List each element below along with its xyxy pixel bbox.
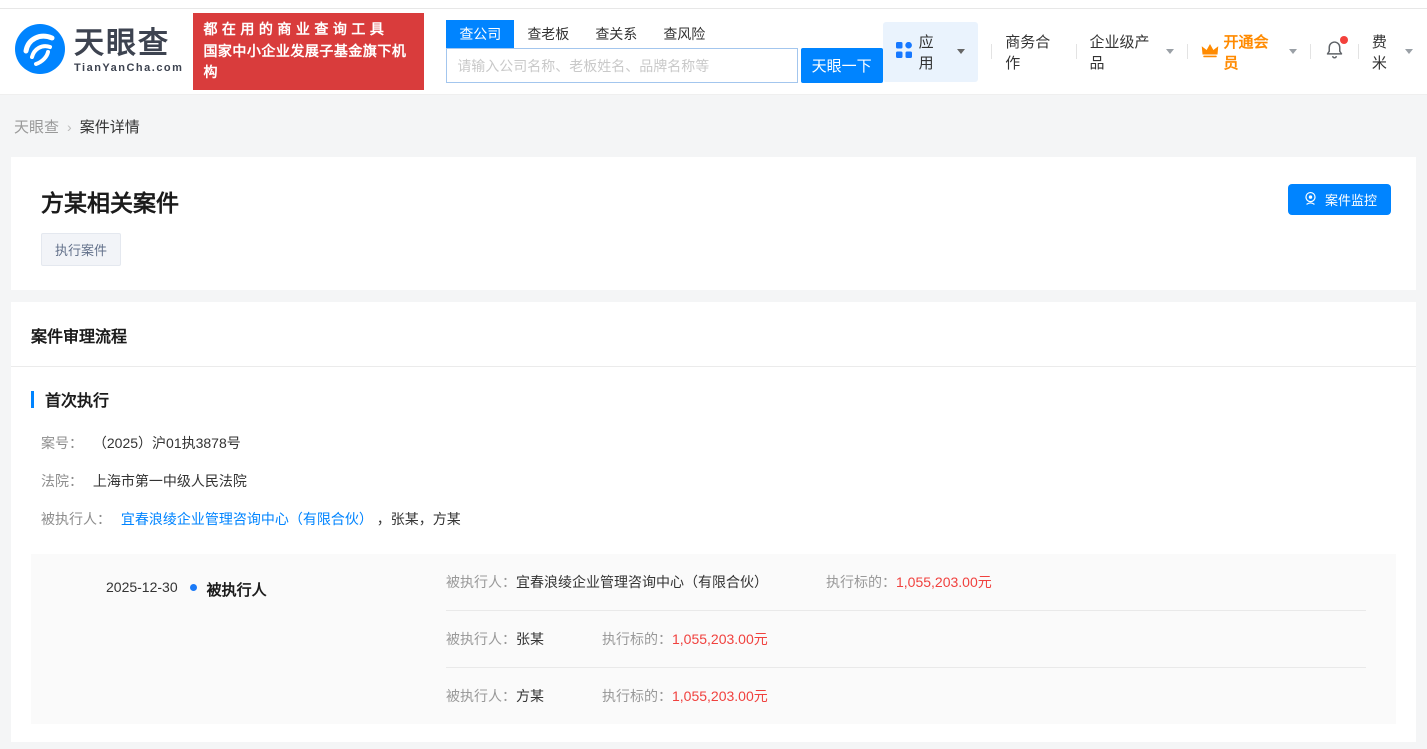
record-label: 被执行人： xyxy=(446,572,516,592)
badge-line1: 都在用的商业查询工具 xyxy=(203,19,414,41)
badge-line2: 国家中小企业发展子基金旗下机构 xyxy=(203,41,414,84)
timeline-node: 2025-12-30 被执行人 xyxy=(31,554,446,724)
logo-subtitle: TianYanCha.com xyxy=(74,63,183,74)
logo-title: 天眼查 xyxy=(74,29,183,59)
user-menu[interactable]: 费米 xyxy=(1372,31,1413,73)
record-name: 张某 xyxy=(516,629,544,649)
record-label: 被执行人： xyxy=(446,686,516,706)
case-number-label: 案号： xyxy=(41,435,83,451)
header: 天眼查 TianYanCha.com 都在用的商业查询工具 国家中小企业发展子基… xyxy=(0,9,1427,95)
tianyancha-logo-icon xyxy=(14,23,66,80)
executee-label: 被执行人： xyxy=(41,511,111,527)
timeline-panel: 2025-12-30 被执行人 被执行人： 宜春浪绫企业管理咨询中心（有限合伙）… xyxy=(31,554,1396,724)
nav-enterprise-products[interactable]: 企业级产品 xyxy=(1090,31,1174,73)
executee-row: 被执行人： 宜春浪绫企业管理咨询中心（有限合伙） ，张某，方某 xyxy=(41,509,1386,529)
record-label: 被执行人： xyxy=(446,629,516,649)
search-tabs: 查公司 查老板 查关系 查风险 xyxy=(446,20,882,48)
tab-search-relation[interactable]: 查关系 xyxy=(582,20,650,48)
logo[interactable]: 天眼查 TianYanCha.com xyxy=(14,23,183,80)
stage-header: 首次执行 xyxy=(11,367,1416,411)
breadcrumb-current: 案件详情 xyxy=(80,116,140,137)
amount-value: 1,055,203.00元 xyxy=(896,572,992,592)
timeline-dot-icon xyxy=(190,584,197,591)
amount-label: 执行标的： xyxy=(826,572,896,592)
executee-company-link[interactable]: 宜春浪绫企业管理咨询中心（有限合伙） xyxy=(121,511,373,527)
nav-open-vip[interactable]: 开通会员 xyxy=(1201,31,1297,73)
page-title: 方某相关案件 xyxy=(41,184,1386,218)
stage-accent-bar xyxy=(31,391,34,408)
chevron-down-icon xyxy=(1405,49,1413,54)
nav-divider xyxy=(1310,44,1311,59)
amount-value: 1,055,203.00元 xyxy=(672,686,768,706)
brand-slogan-badge: 都在用的商业查询工具 国家中小企业发展子基金旗下机构 xyxy=(193,13,424,90)
case-monitor-label: 案件监控 xyxy=(1325,190,1377,209)
case-header-card: 方某相关案件 执行案件 案件监控 xyxy=(11,157,1416,290)
search-input[interactable] xyxy=(446,48,797,83)
court-row: 法院： 上海市第一中级人民法院 xyxy=(41,471,1386,491)
chevron-down-icon xyxy=(1289,49,1297,54)
case-number-value: （2025）沪01执3878号 xyxy=(93,435,241,451)
vip-label: 开通会员 xyxy=(1224,31,1279,73)
apps-menu[interactable]: 应用 xyxy=(883,22,979,82)
search-button[interactable]: 天眼一下 xyxy=(801,48,883,83)
nav-divider xyxy=(1187,44,1188,59)
username: 费米 xyxy=(1372,31,1400,73)
court-label: 法院： xyxy=(41,473,83,489)
case-monitor-button[interactable]: 案件监控 xyxy=(1288,184,1391,215)
amount-label: 执行标的： xyxy=(602,629,672,649)
enterprise-products-label: 企业级产品 xyxy=(1090,31,1161,73)
record-name: 方某 xyxy=(516,686,544,706)
executee-record-row: 被执行人： 张某 执行标的： 1,055,203.00元 xyxy=(446,610,1366,667)
executee-others: ，张某，方某 xyxy=(377,511,461,527)
chevron-down-icon xyxy=(957,49,965,54)
chevron-down-icon xyxy=(1166,49,1174,54)
tab-search-boss[interactable]: 查老板 xyxy=(514,20,582,48)
case-meta: 案号： （2025）沪01执3878号 法院： 上海市第一中级人民法院 被执行人… xyxy=(11,411,1416,529)
breadcrumb: 天眼查 › 案件详情 xyxy=(0,95,1427,157)
crown-icon xyxy=(1201,42,1219,62)
notification-dot xyxy=(1340,36,1348,44)
tab-search-company[interactable]: 查公司 xyxy=(446,20,514,48)
top-divider xyxy=(0,0,1427,9)
nav-divider xyxy=(1076,44,1077,59)
section-title: 案件审理流程 xyxy=(11,302,1416,367)
notifications-button[interactable] xyxy=(1324,39,1345,64)
nav-divider xyxy=(991,44,992,59)
monitor-icon xyxy=(1302,190,1319,210)
apps-grid-icon xyxy=(896,42,912,62)
executee-record-row: 被执行人： 方某 执行标的： 1,055,203.00元 xyxy=(446,667,1366,724)
tab-search-risk[interactable]: 查风险 xyxy=(650,20,718,48)
header-nav: 应用 商务合作 企业级产品 开通会员 xyxy=(883,22,1413,82)
timeline-node-label: 被执行人 xyxy=(207,579,267,600)
case-flow-card: 案件审理流程 首次执行 案号： （2025）沪01执3878号 法院： 上海市第… xyxy=(11,302,1416,742)
timeline-rows: 被执行人： 宜春浪绫企业管理咨询中心（有限合伙） 执行标的： 1,055,203… xyxy=(446,554,1396,724)
breadcrumb-separator: › xyxy=(67,119,72,135)
amount-label: 执行标的： xyxy=(602,686,672,706)
court-value: 上海市第一中级人民法院 xyxy=(93,473,247,489)
amount-value: 1,055,203.00元 xyxy=(672,629,768,649)
case-number-row: 案号： （2025）沪01执3878号 xyxy=(41,433,1386,453)
apps-label: 应用 xyxy=(919,31,946,73)
stage-title: 首次执行 xyxy=(45,387,109,411)
record-name-link[interactable]: 宜春浪绫企业管理咨询中心（有限合伙） xyxy=(516,572,768,592)
case-type-tag: 执行案件 xyxy=(41,233,121,266)
nav-divider xyxy=(1358,44,1359,59)
breadcrumb-home[interactable]: 天眼查 xyxy=(14,116,59,137)
footer-disclaimer: 信息来源于网络公开数据，天眼查不保证内容的真实性、准确性，请你使用信息前自行进一… xyxy=(0,742,1427,749)
timeline-date: 2025-12-30 xyxy=(106,579,178,595)
executee-record-row: 被执行人： 宜春浪绫企业管理咨询中心（有限合伙） 执行标的： 1,055,203… xyxy=(446,554,1366,610)
nav-business-cooperation[interactable]: 商务合作 xyxy=(1005,31,1062,73)
search-area: 查公司 查老板 查关系 查风险 天眼一下 xyxy=(446,20,882,83)
